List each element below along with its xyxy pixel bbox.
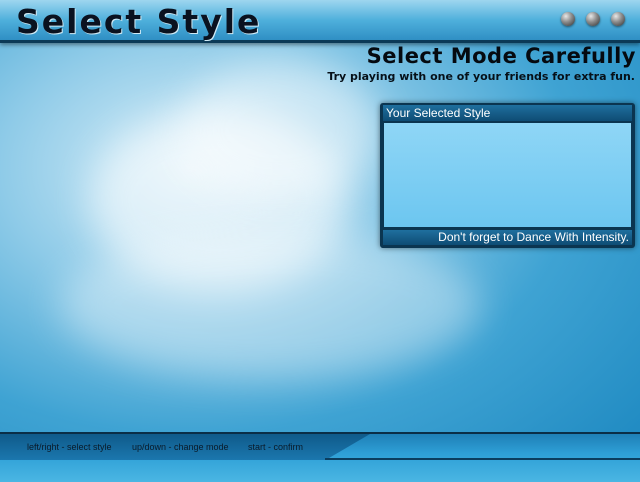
screen-title: Select Style: [16, 2, 262, 41]
footer-divider: [325, 458, 640, 460]
selected-style-panel: Your Selected Style Don't forget to Danc…: [380, 103, 635, 248]
mode-subtitle: Try playing with one of your friends for…: [327, 70, 635, 83]
hint-confirm: start - confirm: [248, 442, 304, 452]
hint-change-mode: up/down - change mode: [132, 442, 229, 452]
orb-icon: [561, 12, 575, 26]
orb-icon: [586, 12, 600, 26]
panel-heading: Your Selected Style: [383, 105, 632, 121]
hint-select-style: left/right - select style: [27, 442, 112, 452]
panel-footer-message: Don't forget to Dance With Intensity.: [383, 230, 632, 245]
title-bar: Select Style: [0, 0, 640, 43]
style-preview[interactable]: [384, 123, 631, 227]
mode-title: Select Mode Carefully: [366, 44, 636, 68]
orb-icon: [611, 12, 625, 26]
footer-bar: left/right - select style up/down - chan…: [0, 432, 640, 482]
background-cloud: [60, 230, 480, 380]
